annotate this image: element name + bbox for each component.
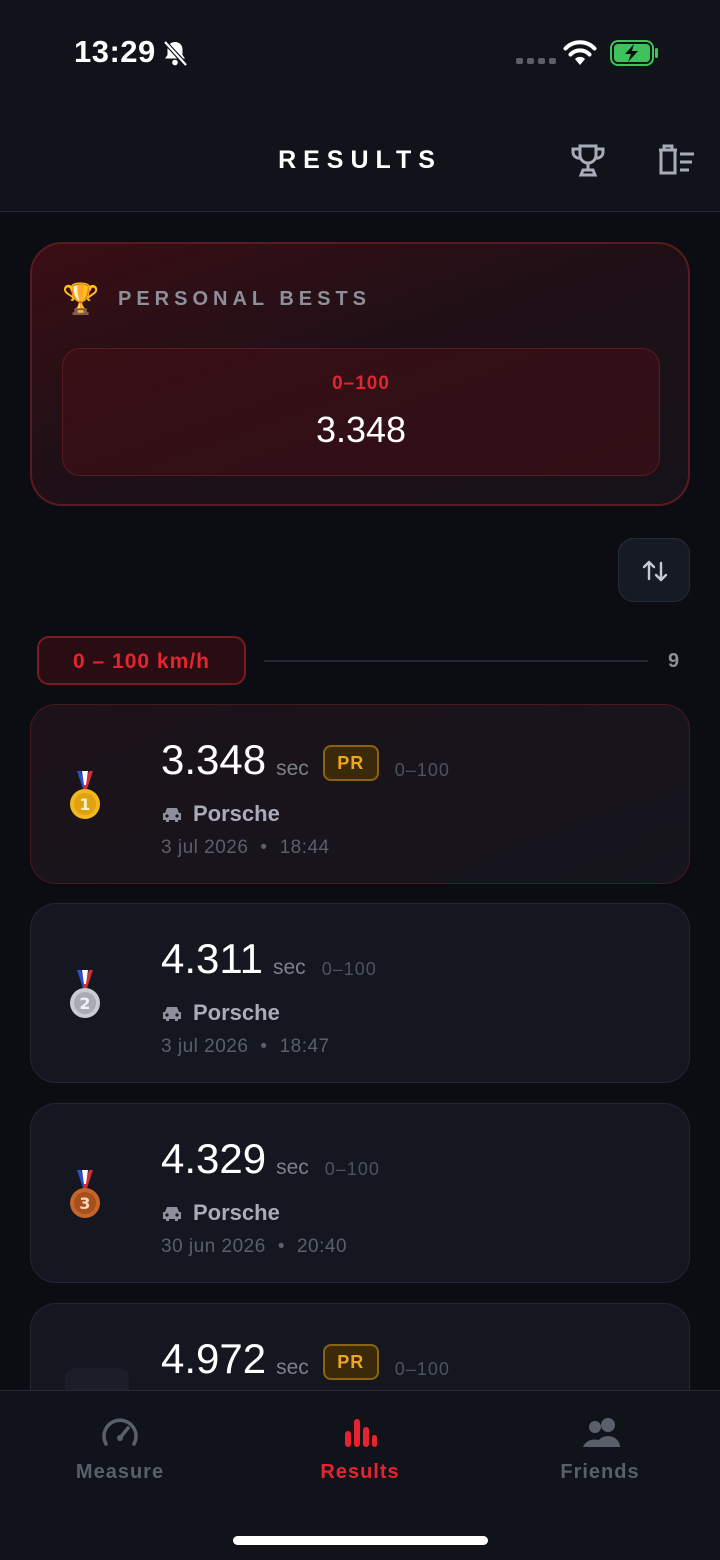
bell-off-icon [163,40,188,67]
trophy-emoji-icon: 🏆 [62,283,100,316]
pr-badge: PR [322,1344,379,1380]
result-time: 3.348 [161,736,267,783]
personal-best-label: 0–100 [332,373,390,394]
group-count: 9 [668,650,680,672]
status-time: 13:29 [74,34,156,69]
status-bar: 13:29 [0,0,720,110]
result-time: 4.311 [161,935,263,982]
nav-label: Results [320,1461,400,1483]
personal-bests-title: PERSONAL BESTS [118,288,371,310]
pr-badge: PR [322,745,379,781]
nav-label: Friends [560,1461,640,1483]
battery-charging-icon [610,40,658,66]
result-card[interactable]: 1 3.348 sec PR 0–100 Porsche 3 jul 2026 •… [30,704,690,884]
result-unit: sec [276,757,309,780]
divider [264,660,648,662]
result-range: 0–100 [321,959,377,979]
home-indicator[interactable] [233,1536,488,1545]
result-card[interactable]: 2 4.311 sec 0–100 Porsche 3 jul 2026 • 18:… [30,903,690,1083]
sort-button[interactable] [618,538,690,602]
result-unit: sec [276,1156,309,1179]
wifi-icon [563,40,597,65]
friends-icon [583,1418,620,1447]
result-range: 0–100 [394,1359,450,1379]
car-icon [163,808,181,822]
sort-arrows-icon [642,560,668,582]
group-chip[interactable]: 0 – 100 km/h [37,636,246,685]
clear-results-button[interactable] [656,140,696,180]
car-name: Porsche [193,801,280,826]
personal-best-entry[interactable]: 0–100 3.348 [62,348,660,476]
nav-results[interactable]: Results [240,1409,480,1489]
bar-chart-icon [345,1419,377,1447]
car-name: Porsche [193,1000,280,1025]
group-label: 0 – 100 km/h [73,650,210,673]
bottom-nav: Measure Results Friends [0,1390,720,1560]
car-icon [163,1207,181,1221]
result-range: 0–100 [324,1159,380,1179]
result-datetime: 30 jun 2026 • 20:40 [161,1236,348,1257]
clear-list-icon [659,144,694,175]
car-icon [163,1007,181,1021]
result-time: 4.972 [161,1335,267,1382]
app-header: RESULTS [0,110,720,212]
trophy-icon [571,144,605,177]
result-unit: sec [273,956,306,979]
nav-measure[interactable]: Measure [0,1409,240,1489]
result-time: 4.329 [161,1135,267,1182]
gold-medal-icon: 1 [70,771,100,819]
speedometer-icon [102,1418,138,1446]
bronze-medal-icon: 3 [70,1170,100,1218]
car-name: Porsche [193,1200,280,1225]
personal-best-value: 3.348 [315,409,407,450]
svg-text:3: 3 [79,1194,90,1213]
result-datetime: 3 jul 2026 • 18:44 [161,837,330,858]
svg-text:1: 1 [79,795,90,814]
result-datetime: 3 jul 2026 • 18:47 [161,1036,330,1057]
nav-friends[interactable]: Friends [480,1409,720,1489]
page-title: RESULTS [278,146,442,174]
silver-medal-icon: 2 [70,970,100,1018]
result-range: 0–100 [394,760,450,780]
svg-text:2: 2 [79,994,90,1013]
result-card[interactable]: 3 4.329 sec 0–100 Porsche 30 jun 2026 • 20… [30,1103,690,1283]
personal-bests-button[interactable] [568,140,608,180]
cellular-signal-icon [516,58,556,64]
nav-label: Measure [75,1461,165,1483]
personal-bests-card: 🏆 PERSONAL BESTS 0–100 3.348 [30,242,690,506]
result-unit: sec [276,1356,309,1379]
